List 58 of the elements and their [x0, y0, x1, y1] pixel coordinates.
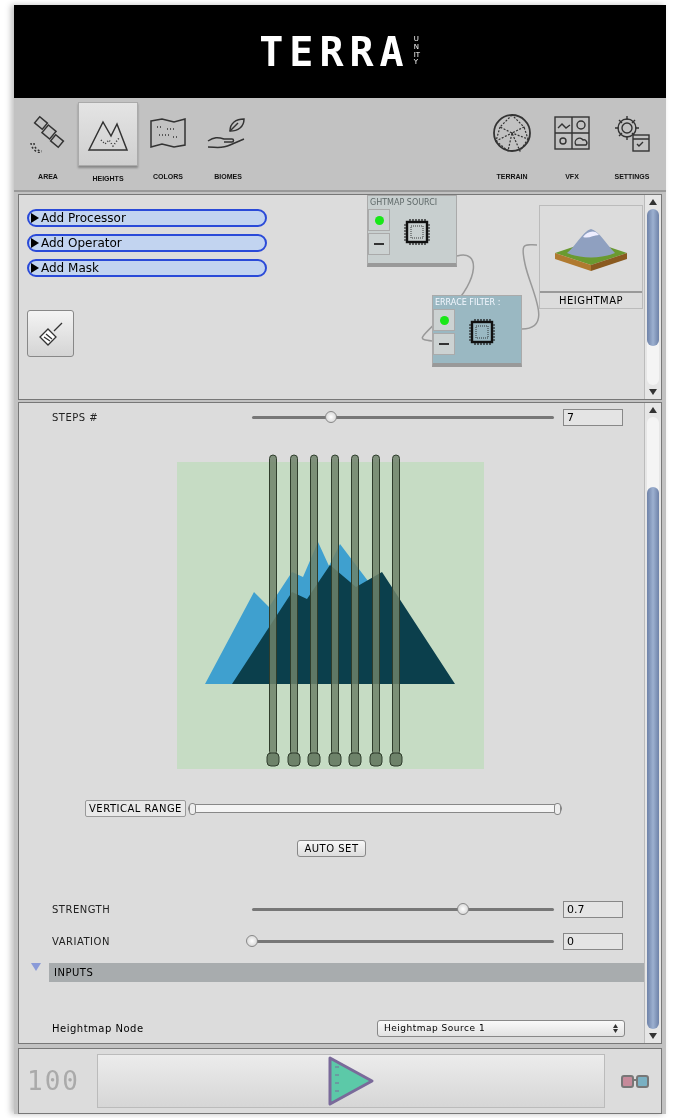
- node-title: GHTMAP SOURCI: [369, 197, 439, 209]
- node-remove-button[interactable]: [368, 233, 390, 255]
- geodesic-sphere-icon: [492, 113, 532, 153]
- scroll-down-icon: [649, 389, 657, 395]
- clear-button[interactable]: [27, 310, 74, 357]
- terrace-handle[interactable]: [306, 454, 322, 769]
- add-menu-button[interactable]: Add Operator: [27, 234, 267, 252]
- map-icon: [149, 117, 187, 149]
- add-menu-button[interactable]: Add Processor: [27, 209, 267, 227]
- field-label: STRENGTH: [51, 903, 112, 915]
- chip-icon: [402, 217, 432, 247]
- scroll-down-icon: [649, 1033, 657, 1039]
- range-slider[interactable]: [187, 803, 562, 813]
- scrollbar[interactable]: [644, 195, 661, 399]
- chip-icon: [467, 317, 497, 347]
- minus-icon: [439, 343, 449, 345]
- field-label: STEPS #: [51, 411, 100, 423]
- number-field[interactable]: 0.7: [563, 900, 623, 918]
- terrace-handle[interactable]: [347, 454, 363, 769]
- logo-title: TERRA: [259, 28, 410, 75]
- slider-thumb[interactable]: [324, 411, 337, 423]
- effects-grid-icon: [554, 116, 590, 150]
- scroll-up-icon: [649, 407, 657, 413]
- node-toggle-button[interactable]: [433, 309, 455, 331]
- range-label: VERTICAL RANGE: [85, 799, 186, 817]
- broom-icon: [37, 320, 64, 347]
- dropdown-arrows-icon: [613, 1023, 618, 1033]
- output-node[interactable]: HEIGHTMAP: [539, 205, 643, 309]
- collapse-arrow-icon[interactable]: [31, 963, 41, 971]
- terrace-handle[interactable]: [265, 454, 281, 769]
- node-remove-button[interactable]: [433, 333, 455, 355]
- slider-thumb[interactable]: [246, 935, 258, 947]
- expand-arrow-icon: [31, 213, 39, 223]
- node-dropdown[interactable]: Heightmap Source 1: [377, 1019, 625, 1037]
- number-field[interactable]: 7: [563, 408, 623, 426]
- terrace-handle[interactable]: [367, 454, 384, 769]
- section-header[interactable]: INPUTS: [49, 963, 644, 982]
- 3d-glasses-icon[interactable]: [621, 1073, 649, 1089]
- node-toggle-button[interactable]: [368, 209, 390, 231]
- add-menu-button[interactable]: Add Mask: [27, 259, 267, 277]
- slider-thumb[interactable]: [457, 903, 470, 915]
- node-title: ERRACE FILTER :: [434, 297, 502, 309]
- expand-arrow-icon: [31, 263, 39, 273]
- expand-arrow-icon: [31, 238, 39, 248]
- field-label: VARIATION: [51, 935, 111, 947]
- minus-icon: [374, 243, 384, 245]
- graph-node[interactable]: GHTMAP SOURCI: [367, 195, 457, 267]
- play-icon: [327, 1055, 375, 1107]
- number-field[interactable]: 0: [563, 932, 623, 950]
- scrollbar[interactable]: [644, 403, 661, 1043]
- field-label: Heightmap Node: [51, 1022, 145, 1034]
- terrace-handle[interactable]: [285, 454, 302, 769]
- auto-set-button[interactable]: AUTO SET: [297, 840, 366, 857]
- output-node-label: HEIGHTMAP: [557, 294, 625, 308]
- terrace-handle[interactable]: [326, 454, 343, 769]
- scroll-up-icon: [649, 199, 657, 205]
- settings-icon: [612, 113, 652, 153]
- terrace-handle[interactable]: [388, 454, 404, 769]
